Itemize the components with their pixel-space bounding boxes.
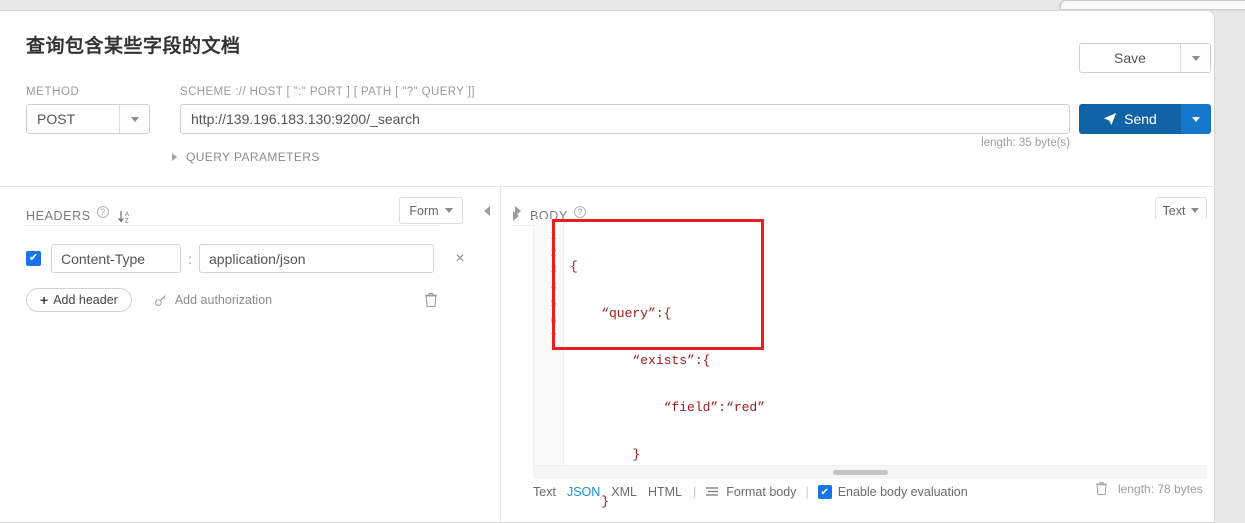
sort-az-icon[interactable]: A Z (117, 209, 133, 224)
screenshot-root: 查询包含某些字段的文档 Save METHOD SCHEME :// HOST … (0, 0, 1245, 523)
save-button[interactable]: Save (1079, 43, 1211, 73)
line-number: 2 (550, 247, 557, 260)
format-lines-icon (706, 487, 719, 496)
remove-header-button[interactable]: × (452, 250, 468, 268)
add-header-button[interactable]: + Add header (26, 288, 132, 312)
chevron-down-icon (444, 208, 453, 213)
send-dropdown-toggle[interactable] (1181, 104, 1211, 134)
method-select[interactable]: POST (26, 104, 150, 134)
editor-line-number-gutter: 1 2 3 4 5 6 7 (534, 219, 564, 467)
line-number: 6 (550, 315, 557, 328)
format-tab-html[interactable]: HTML (648, 485, 682, 499)
query-parameters-label: QUERY PARAMETERS (186, 150, 320, 164)
background-panel-edge (1060, 0, 1245, 9)
method-label: METHOD (26, 86, 80, 98)
code-line: } (570, 447, 641, 462)
toolbar-separator: | (805, 485, 809, 499)
chevron-down-icon (1192, 116, 1200, 122)
headers-actions: + Add header Add authorization (26, 288, 272, 312)
header-separator: : (188, 250, 192, 267)
svg-text:Z: Z (125, 218, 129, 224)
code-line: “field”:“red” (570, 400, 766, 415)
headers-view-mode-select[interactable]: Form (399, 197, 463, 224)
line-number: 1 (550, 230, 557, 243)
add-authorization-label: Add authorization (174, 293, 273, 307)
chevron-down-icon (130, 116, 139, 122)
header-value-input[interactable] (199, 244, 434, 273)
header-name-input[interactable] (51, 244, 181, 273)
help-icon[interactable]: ? (96, 206, 109, 218)
code-line: “query”:{ (570, 306, 672, 321)
table-row: ✔ : × (26, 244, 468, 273)
format-tab-xml[interactable]: XML (611, 485, 637, 499)
line-number: 7 (550, 332, 557, 345)
panel-vertical-divider (500, 187, 501, 523)
chevron-right-icon[interactable] (513, 211, 519, 221)
save-button-label: Save (1114, 50, 1146, 66)
paper-plane-icon (1104, 113, 1117, 125)
add-authorization-button[interactable]: Add authorization (154, 293, 272, 307)
method-dropdown-toggle[interactable] (119, 105, 149, 133)
plus-icon: + (40, 292, 49, 308)
method-select-value: POST (37, 111, 76, 127)
url-label: SCHEME :// HOST [ ":" PORT ] [ PATH [ "?… (180, 86, 475, 98)
line-number: 4 (550, 281, 557, 294)
chevron-down-icon (1191, 208, 1200, 213)
url-length-status: length: 35 byte(s) (981, 137, 1070, 149)
request-panel: 查询包含某些字段的文档 Save METHOD SCHEME :// HOST … (0, 10, 1215, 523)
save-dropdown-toggle[interactable] (1180, 44, 1210, 72)
headers-title: HEADERS (26, 209, 91, 223)
url-input[interactable] (180, 104, 1070, 134)
body-code-editor[interactable]: 1 2 3 4 5 6 7 { “query”:{ “exists”:{ “fi… (533, 219, 1207, 509)
format-body-button[interactable]: Format body (705, 485, 796, 499)
scrollbar-thumb[interactable] (833, 470, 888, 475)
header-row-enabled-checkbox[interactable]: ✔ (26, 251, 41, 266)
headers-header-underline (26, 225, 438, 226)
send-button-label: Send (1124, 111, 1157, 127)
send-button[interactable]: Send (1079, 104, 1211, 134)
trash-icon[interactable] (1095, 481, 1108, 496)
enable-body-evaluation-label: Enable body evaluation (837, 485, 968, 499)
chevron-right-icon (172, 153, 177, 161)
svg-text:A: A (125, 212, 129, 218)
line-number: 3 (550, 264, 557, 277)
section-divider (0, 186, 1215, 187)
chevron-down-icon (1191, 55, 1200, 61)
help-icon[interactable]: ? (573, 206, 586, 218)
collapse-headers-button[interactable] (477, 201, 497, 221)
editor-horizontal-scrollbar[interactable] (533, 465, 1207, 479)
add-header-label: Add header (53, 293, 118, 307)
body-length-text: length: 78 bytes (1118, 481, 1203, 496)
format-tab-json[interactable]: JSON (567, 485, 600, 499)
enable-body-evaluation-toggle[interactable]: ✔ Enable body evaluation (817, 485, 968, 499)
query-parameters-toggle[interactable]: QUERY PARAMETERS (172, 150, 320, 164)
send-button-main[interactable]: Send (1079, 104, 1181, 134)
toolbar-separator: | (693, 485, 697, 499)
trash-icon (425, 293, 437, 308)
code-line: “exists”:{ (570, 353, 711, 368)
format-body-label: Format body (726, 485, 797, 499)
chevron-left-icon (484, 206, 490, 216)
enable-body-evaluation-checkbox[interactable]: ✔ (817, 485, 832, 499)
line-number: 5 (550, 298, 557, 311)
format-tab-text[interactable]: Text (533, 485, 556, 499)
body-view-mode-label: Text (1162, 203, 1186, 218)
delete-all-headers-button[interactable] (424, 292, 438, 308)
headers-section-header: HEADERS ? A Z (26, 197, 133, 235)
body-length-status: length: 78 bytes (1095, 481, 1203, 496)
key-icon (154, 295, 166, 306)
page-title: 查询包含某些字段的文档 (26, 36, 241, 57)
code-line: { (570, 259, 578, 274)
editor-code-content[interactable]: { “query”:{ “exists”:{ “field”:“red” } }… (564, 219, 766, 509)
headers-view-mode-label: Form (409, 203, 439, 218)
